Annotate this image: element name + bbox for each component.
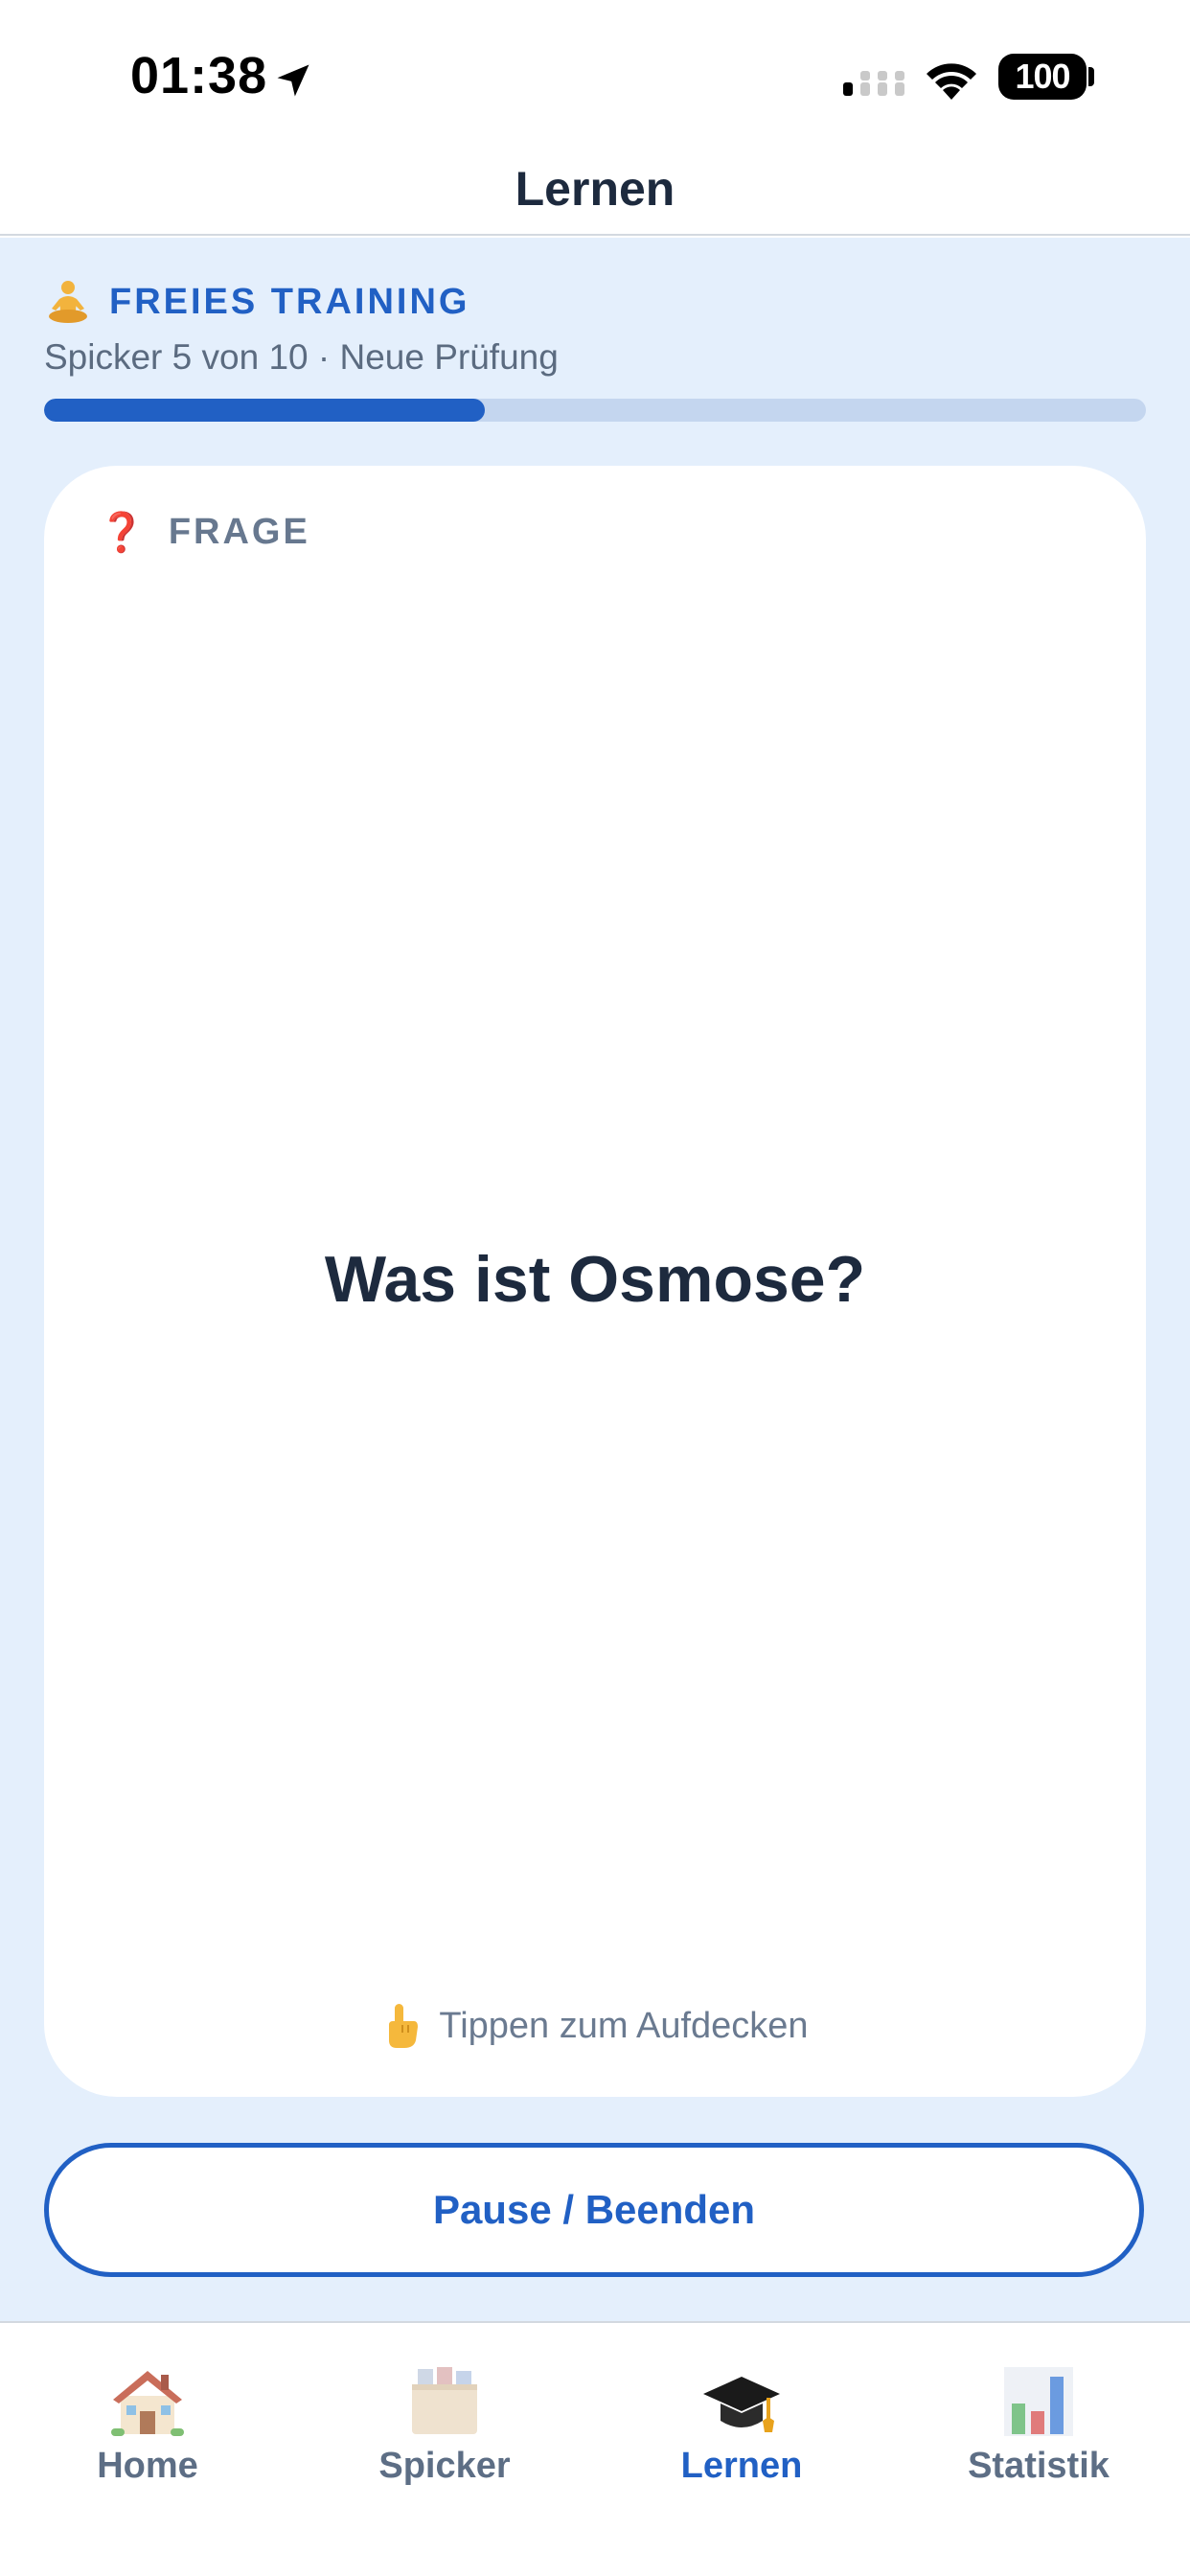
battery-tip	[1088, 67, 1094, 86]
tab-label-home: Home	[97, 2446, 198, 2486]
bar-chart-icon	[1004, 2367, 1073, 2436]
progress-fill	[44, 399, 485, 422]
graduation-cap-icon	[703, 2377, 780, 2432]
card-box-icon	[412, 2367, 477, 2434]
tab-statistik[interactable]: Statistik	[943, 2361, 1134, 2487]
page-title: Lernen	[515, 162, 675, 216]
flashcard[interactable]: ❓ FRAGE Was ist Osmose? Tippen zum Aufde…	[44, 466, 1146, 2097]
pause-end-button[interactable]: Pause / Beenden	[44, 2143, 1144, 2277]
status-time: 01:38	[130, 47, 268, 104]
tab-label-lernen: Lernen	[680, 2446, 803, 2486]
session-mode: FREIES TRAINING	[44, 278, 469, 326]
pause-end-label: Pause / Beenden	[432, 2187, 756, 2232]
session-mode-label: FREIES TRAINING	[109, 281, 470, 322]
question-mark-icon: ❓	[98, 512, 146, 554]
location-arrow-icon	[277, 64, 309, 97]
tab-home[interactable]: Home	[52, 2361, 243, 2487]
battery-icon: 100	[998, 54, 1087, 100]
pointing-hand-icon	[389, 2004, 419, 2048]
house-icon	[111, 2371, 184, 2436]
progress-text: Spicker 5 von 10 · Neue Prüfung	[44, 337, 559, 377]
learning-content: FREIES TRAINING Spicker 5 von 10 · Neue …	[0, 238, 1190, 2321]
tab-bar: Home Spicker Lernen Statistik	[0, 2321, 1190, 2576]
home-indicator	[464, 2542, 726, 2551]
tab-lernen[interactable]: Lernen	[646, 2361, 837, 2487]
card-type-label: FRAGE	[168, 512, 310, 552]
tap-hint-text: Tippen zum Aufdecken	[439, 2005, 809, 2046]
screen: 01:38 100 Lernen FREIES TRAINING Spicker…	[0, 0, 1190, 2576]
question-text: Was ist Osmose?	[324, 1243, 866, 1316]
status-bar: 01:38 100	[0, 0, 1190, 144]
card-type: ❓ FRAGE	[98, 510, 310, 555]
progress-bar	[44, 399, 1146, 422]
battery-level: 100	[1015, 57, 1070, 96]
tab-label-spicker: Spicker	[378, 2446, 511, 2486]
nav-header: Lernen	[0, 144, 1190, 236]
person-meditating-icon	[49, 281, 87, 323]
tab-label-statistik: Statistik	[968, 2446, 1110, 2486]
tap-hint: Tippen zum Aufdecken	[44, 2004, 1146, 2048]
wifi-icon	[927, 63, 976, 100]
cellular-signal-icon	[843, 71, 904, 96]
tab-spicker[interactable]: Spicker	[349, 2361, 540, 2487]
